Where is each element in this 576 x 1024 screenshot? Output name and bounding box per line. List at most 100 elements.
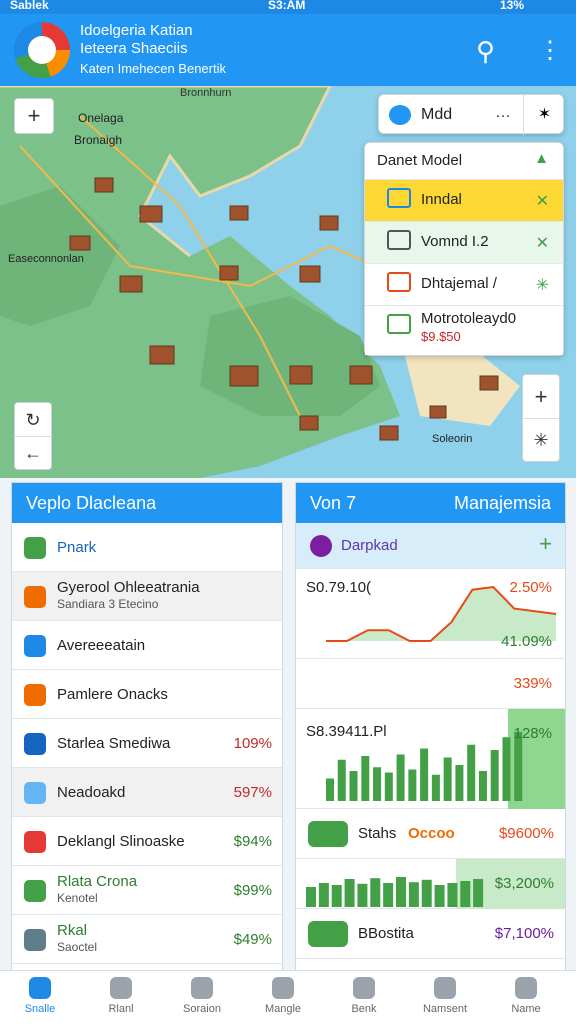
list-card: Veplo Dlacleana Pnark Gyerool Ohleeatran…	[11, 482, 283, 976]
nav-icon	[515, 977, 537, 999]
bar	[384, 772, 393, 801]
close-icon[interactable]: ✶	[523, 95, 565, 135]
list-item-icon	[24, 929, 46, 951]
layer-item[interactable]: Dhtajemal / ✳	[365, 263, 563, 305]
list-item-label: Gyerool Ohleeatrania	[57, 579, 200, 596]
map-zoom-panel: + ✳	[522, 374, 560, 462]
nav-item[interactable]: Rlanl	[89, 977, 153, 1015]
list-item[interactable]: Pamlere Onacks	[12, 670, 282, 719]
layers-panel: Danet Model ▲ Inndal ✕ Vomnd I.2 ✕ Dhtaj…	[364, 142, 564, 356]
nav-icon	[29, 977, 51, 999]
nav-icon	[434, 977, 456, 999]
bar	[455, 765, 464, 801]
list-item-value: 109%	[233, 735, 272, 752]
nav-label: Benk	[351, 1003, 377, 1015]
nav-label: Namsent	[422, 1003, 468, 1015]
dashboard-label: Darpkad	[341, 537, 398, 554]
layer-action-icon[interactable]: ✕	[536, 233, 549, 253]
layers-title: Danet Model	[377, 152, 463, 169]
layer-action-icon[interactable]: ✕	[536, 191, 549, 211]
compass-icon[interactable]: ✳	[523, 419, 559, 461]
bar	[460, 881, 471, 907]
nav-icon	[191, 977, 213, 999]
back-arrow-icon[interactable]: ←	[15, 437, 51, 469]
map-tools-panel: ↻ ←	[14, 402, 52, 470]
app-logo	[14, 22, 70, 78]
stats-dots: Occoo	[408, 825, 455, 842]
dots-icon[interactable]: …	[495, 104, 511, 122]
layer-item[interactable]: Inndal ✕	[365, 179, 563, 221]
search-icon[interactable]: ⚲	[476, 36, 495, 67]
app-header: Idoelgeria Katian Ieteera Shaeciis Katen…	[0, 14, 576, 86]
layer-search-bar[interactable]: Mdd … ✶	[378, 94, 565, 135]
layer-icon	[387, 230, 411, 250]
list-item-label: Rlata Crona	[57, 873, 138, 890]
list-item-label: Deklangl Slinoaske	[57, 833, 185, 850]
collapse-icon[interactable]: ▲	[534, 150, 549, 167]
add-button[interactable]: +	[539, 531, 552, 557]
map-label: Easeconnonlan	[8, 253, 84, 265]
bar	[318, 883, 329, 907]
layer-icon	[387, 272, 411, 292]
list-item-label: Pamlere Onacks	[57, 686, 168, 703]
management-card: Von 7 Manajemsia Darpkad + S0.79.10( 2.5…	[295, 482, 566, 976]
nav-item[interactable]: Namsent	[413, 977, 477, 1015]
zoom-in-button[interactable]: +	[14, 98, 54, 134]
bar	[467, 744, 476, 801]
layer-item[interactable]: Vomnd I.2 ✕	[365, 221, 563, 263]
chart-2-percent: 128%	[513, 725, 552, 742]
bar	[306, 887, 316, 907]
map-view[interactable]: Bronnhurn Onelaga Bronaigh Easeconnonlan…	[0, 86, 576, 478]
nav-item[interactable]: Mangle	[251, 977, 315, 1015]
list-item[interactable]: Deklangl Slinoaske $94%	[12, 817, 282, 866]
bottom-row[interactable]: BBostita $7,100%	[296, 909, 565, 959]
list-item-icon	[24, 635, 46, 657]
location-icon	[389, 105, 411, 125]
map-label: Onelaga	[78, 111, 124, 125]
list-item[interactable]: Avereeeatain	[12, 621, 282, 670]
list-item-sub: Saoctel	[57, 940, 98, 954]
refresh-icon[interactable]: ↻	[15, 403, 51, 437]
list-item[interactable]: Gyerool Ohleeatrania Sandiara 3 Etecino	[12, 572, 282, 621]
list-item-value: $99%	[233, 882, 272, 899]
nav-item[interactable]: Name	[494, 977, 558, 1015]
bar	[434, 885, 445, 907]
bar	[349, 771, 358, 801]
layer-item[interactable]: Motrotoleayd0 $9.$50	[365, 305, 563, 355]
bar	[502, 737, 511, 801]
stats-row[interactable]: Stahs Occoo $9600%	[296, 809, 565, 859]
nav-label: Rlanl	[108, 1003, 134, 1015]
list-item[interactable]: Pnark	[12, 523, 282, 572]
chart-row-1: S0.79.10( 2.50% 41.09%	[296, 569, 565, 659]
nav-item[interactable]: Benk	[332, 977, 396, 1015]
bar	[408, 769, 417, 801]
bar	[361, 756, 370, 801]
bar	[408, 882, 419, 907]
dashboard-row[interactable]: Darpkad +	[296, 523, 565, 569]
list-item-icon	[24, 684, 46, 706]
bar	[326, 778, 334, 801]
nav-item[interactable]: Soraion	[170, 977, 234, 1015]
zoom-in-icon[interactable]: +	[523, 375, 559, 419]
bottom-navigation: Snalle Rlanl Soraion Mangle Benk Namsent Name	[0, 970, 576, 1024]
list-item[interactable]: Starlea Smediwa 109%	[12, 719, 282, 768]
nav-item[interactable]: Snalle	[8, 977, 72, 1015]
nav-label: Snalle	[24, 1003, 56, 1015]
management-card-title: Von 7	[310, 493, 357, 513]
list-item[interactable]: Rlata Crona Kenotel $99%	[12, 866, 282, 915]
map-label: Soleorin	[432, 433, 472, 445]
chart-1-value: S0.79.10(	[306, 579, 372, 596]
stats-label: Stahs	[358, 825, 397, 842]
layer-action-icon[interactable]: ✳	[536, 275, 549, 295]
chart-1-percent: 2.50%	[509, 579, 552, 596]
layer-search-label: Mdd	[421, 106, 453, 123]
list-item[interactable]: Neadoakd 597%	[12, 768, 282, 817]
header-caption: Katen Imehecen Benertik	[80, 61, 226, 76]
list-item-icon	[24, 733, 46, 755]
bar	[421, 879, 432, 907]
list-item[interactable]: Rkal Saoctel $49%	[12, 915, 282, 964]
list-item-label: Avereeeatain	[57, 637, 146, 654]
nav-label: Soraion	[183, 1003, 221, 1015]
stats-icon	[308, 821, 348, 847]
more-vert-icon[interactable]: ⋮	[538, 36, 562, 65]
